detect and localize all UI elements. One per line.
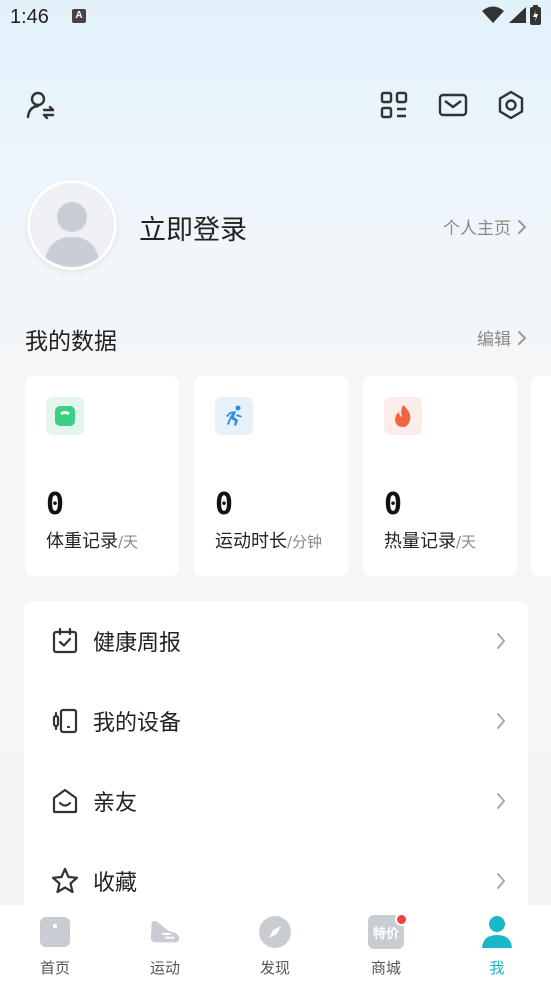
battery-icon <box>530 5 541 25</box>
status-time: 1:46 <box>10 6 49 28</box>
edit-label: 编辑 <box>477 330 511 350</box>
default-avatar-icon <box>44 202 100 267</box>
nav-tab-home[interactable]: 首页 <box>0 905 110 983</box>
avatar[interactable] <box>27 180 117 270</box>
calendar-check-icon <box>50 626 80 656</box>
settings-icon[interactable] <box>495 89 527 121</box>
smile-home-icon <box>50 786 80 816</box>
menu-item-my-devices[interactable]: 我的设备 <box>24 681 528 761</box>
nav-label: 商城 <box>370 959 401 977</box>
home-icon <box>38 915 72 949</box>
status-indicators <box>482 5 541 25</box>
card-label: 热量记录/天 <box>384 531 477 552</box>
card-label: 体重记录/天 <box>46 531 139 552</box>
notification-icon: A <box>72 9 86 23</box>
section-title-my-data: 我的数据 <box>25 329 117 355</box>
switch-account-icon[interactable] <box>25 89 57 121</box>
mail-icon[interactable] <box>437 89 469 121</box>
chevron-right-icon <box>518 330 527 345</box>
card-label: 运动时长/分钟 <box>215 531 323 552</box>
chevron-right-icon <box>497 793 506 809</box>
menu-item-family-friends[interactable]: 亲友 <box>24 761 528 841</box>
chevron-right-icon <box>497 713 506 729</box>
card-value-exercise: 0 <box>215 487 234 522</box>
nav-label: 发现 <box>259 959 290 977</box>
menu-label: 健康周报 <box>93 631 182 656</box>
nav-label: 我 <box>489 959 505 977</box>
menu-label: 我的设备 <box>93 711 182 736</box>
login-link[interactable]: 立即登录 <box>139 208 247 247</box>
nav-tab-me[interactable]: 我 <box>442 905 551 983</box>
menu-item-health-report[interactable]: 健康周报 <box>24 601 528 681</box>
device-icon <box>50 706 80 736</box>
compass-icon <box>258 915 292 949</box>
bottom-nav: 首页 运动 发现 特价 商城 我 <box>0 905 551 983</box>
star-icon <box>50 866 80 896</box>
homepage-label: 个人主页 <box>443 219 511 239</box>
qr-code-icon[interactable] <box>378 89 410 121</box>
data-card-weight[interactable]: 体重记录/天 <box>25 376 179 576</box>
nav-label: 首页 <box>39 959 70 977</box>
card-value-calories: 0 <box>384 487 403 522</box>
card-value-weight: 0 <box>46 487 65 522</box>
data-card-partial[interactable] <box>531 376 551 576</box>
chevron-right-icon <box>518 219 527 234</box>
running-icon <box>215 397 253 435</box>
menu-label: 亲友 <box>93 791 138 816</box>
chevron-right-icon <box>497 873 506 889</box>
shop-badge-text: 特价 <box>372 926 399 942</box>
personal-homepage-link[interactable]: 个人主页 <box>443 214 527 239</box>
data-card-calories[interactable]: 热量记录/天 <box>363 376 517 576</box>
menu-list: 健康周报 我的设备 亲友 收藏 <box>24 601 528 921</box>
wifi-icon <box>482 6 504 23</box>
signal-icon <box>509 7 526 23</box>
flame-icon <box>384 397 422 435</box>
user-icon <box>480 915 514 949</box>
nav-tab-sport[interactable]: 运动 <box>110 905 220 983</box>
scale-icon <box>46 397 84 435</box>
nav-tab-discover[interactable]: 发现 <box>220 905 330 983</box>
menu-label: 收藏 <box>93 871 138 896</box>
nav-label: 运动 <box>149 959 180 977</box>
notification-dot <box>395 913 408 926</box>
edit-data-link[interactable]: 编辑 <box>477 325 527 350</box>
data-card-exercise[interactable]: 运动时长/分钟 <box>194 376 348 576</box>
sneaker-icon <box>148 915 182 949</box>
chevron-right-icon <box>497 633 506 649</box>
nav-tab-shop[interactable]: 特价 商城 <box>331 905 441 983</box>
